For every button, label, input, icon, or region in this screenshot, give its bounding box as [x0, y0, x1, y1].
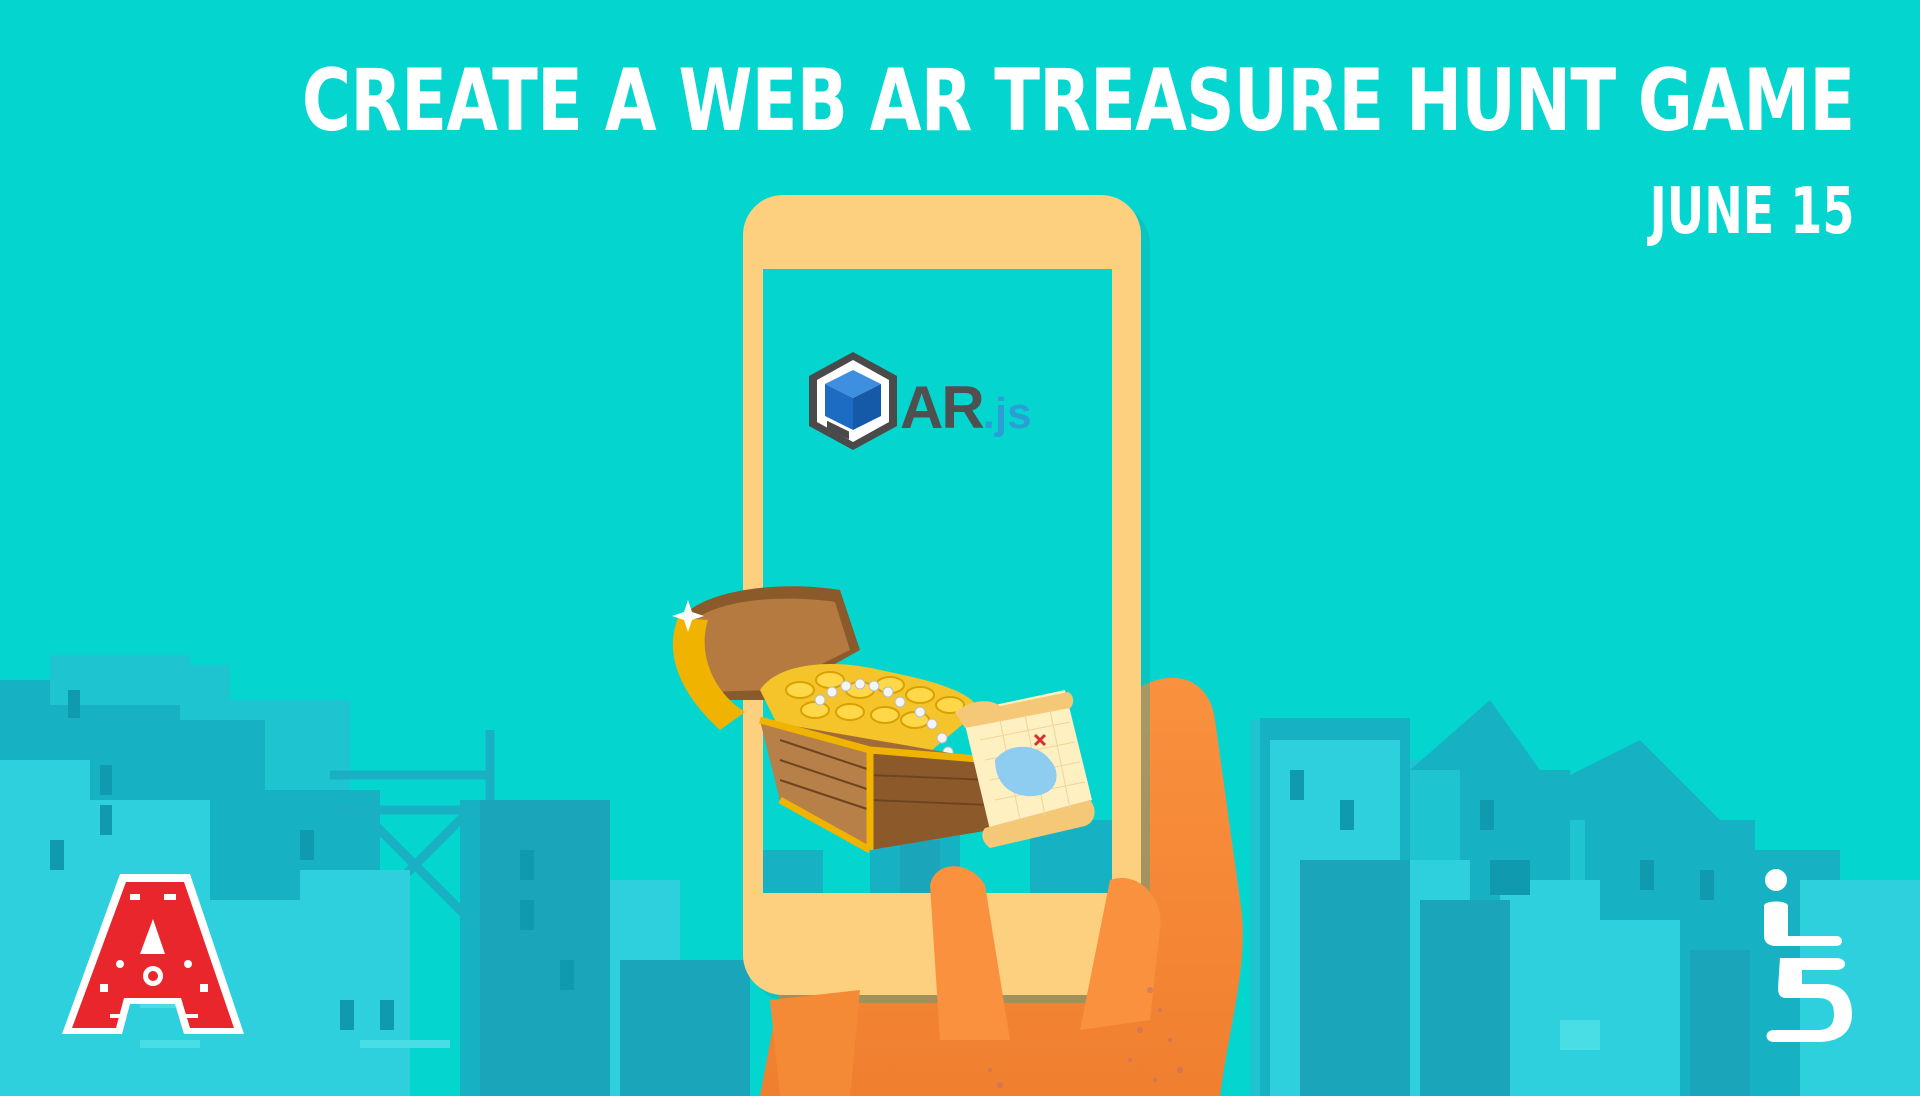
treasure-chest-illustration: [672, 586, 1095, 854]
i5-logo: [1764, 869, 1852, 1042]
maker-a-logo: [62, 874, 244, 1034]
poster: CREATE A WEB AR TREASURE HUNT GAME JUNE …: [0, 0, 1920, 1096]
